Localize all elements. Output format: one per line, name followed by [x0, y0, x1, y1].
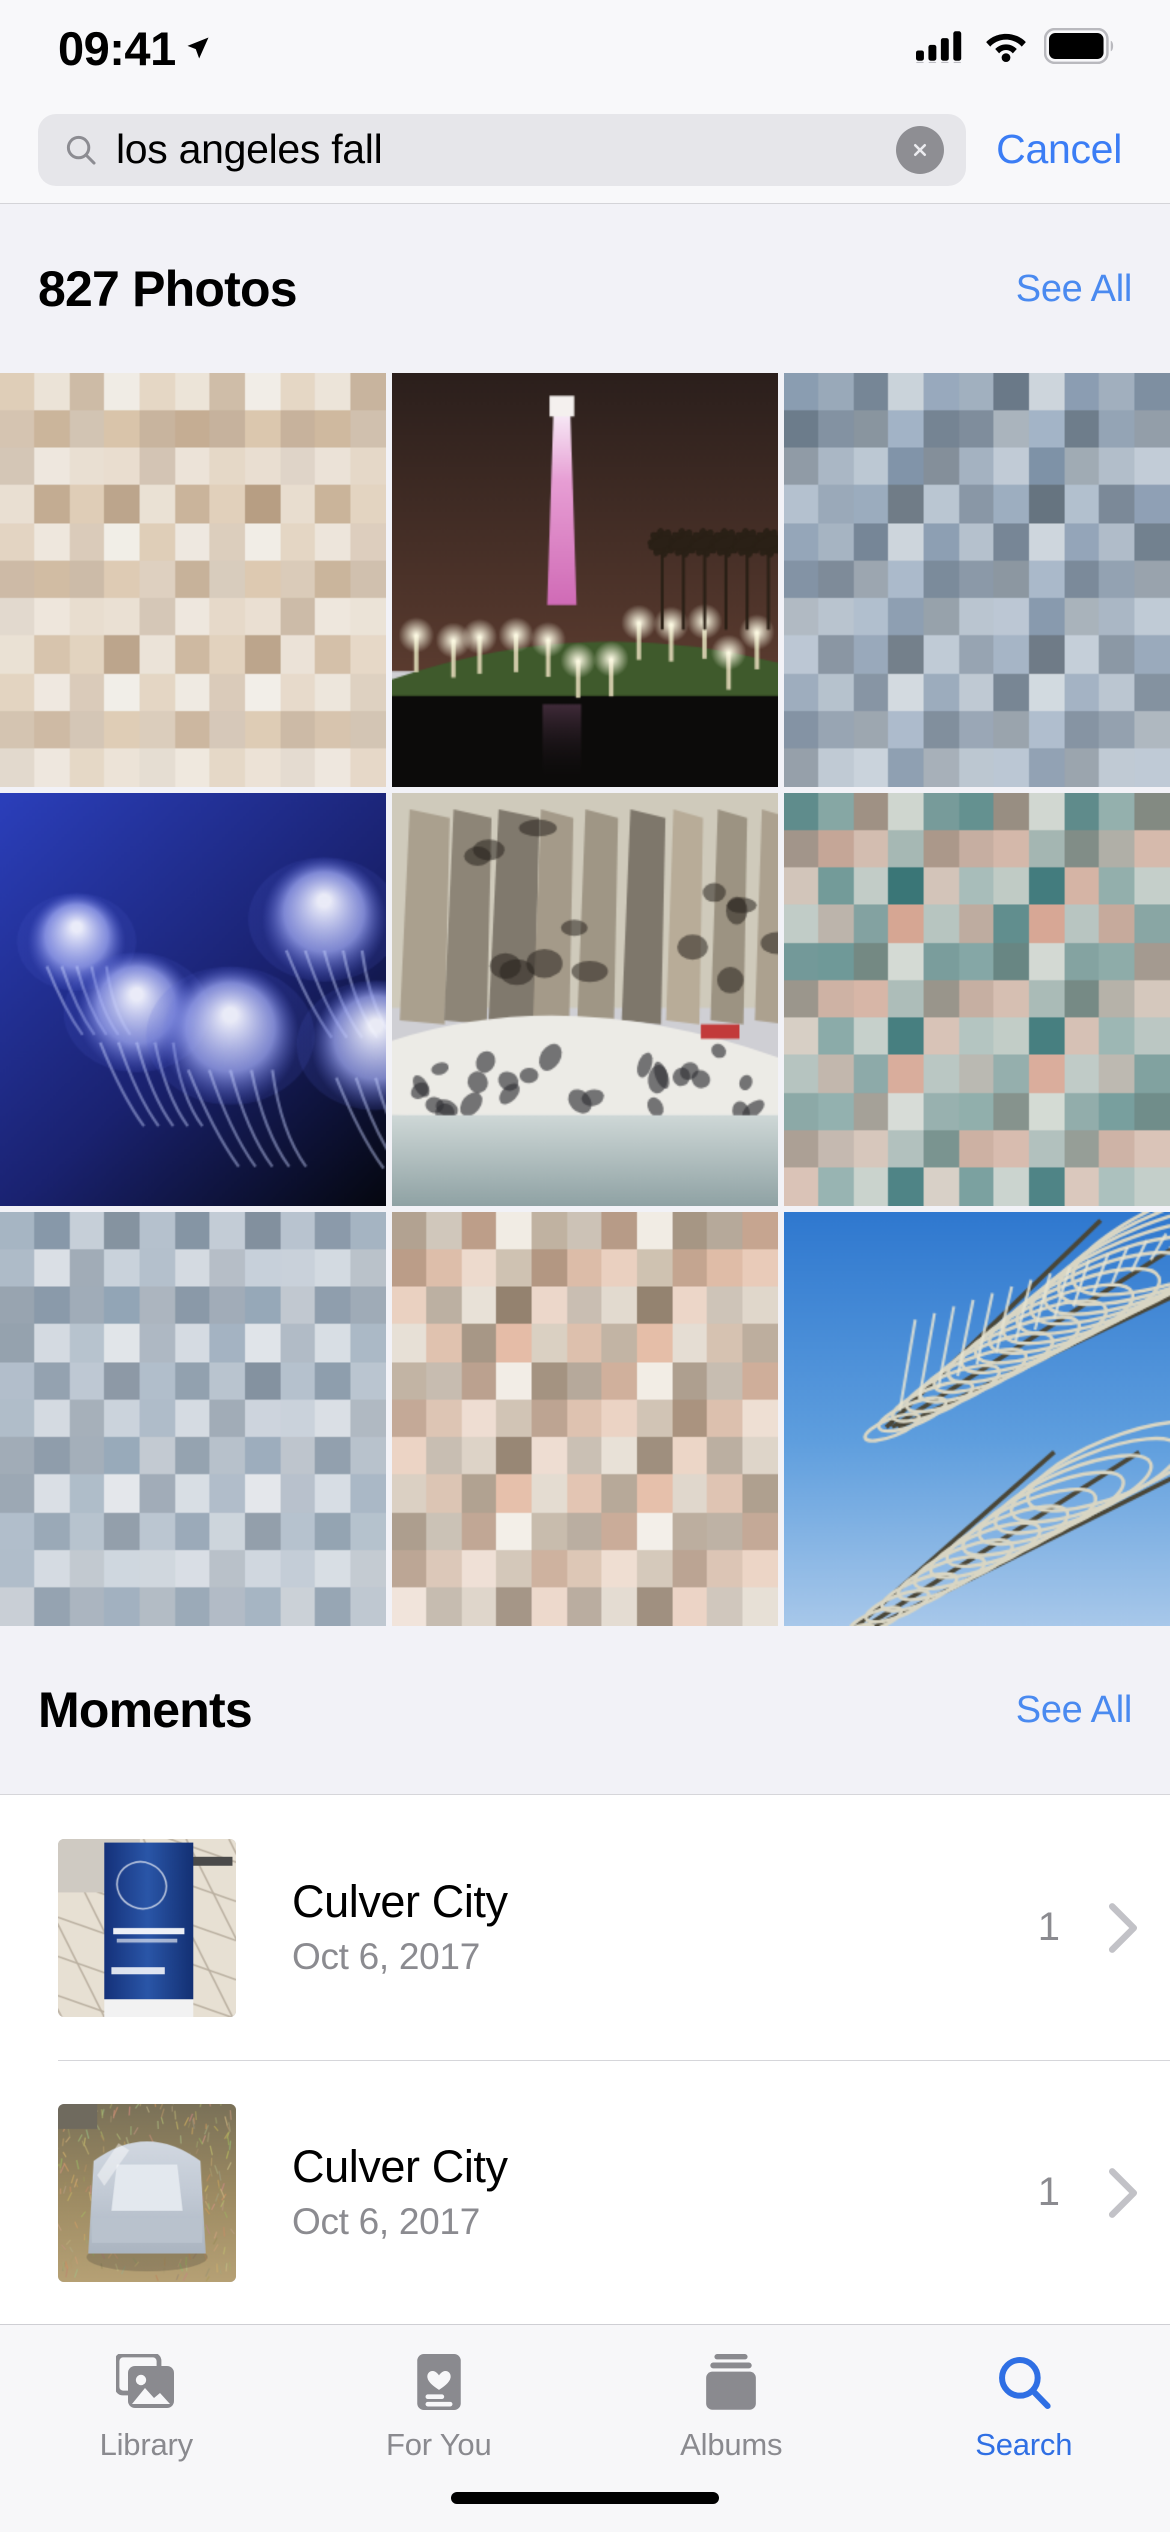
moment-thumbnail — [58, 2103, 236, 2282]
photo-grid-tile[interactable] — [392, 1212, 778, 1626]
search-icon — [991, 2351, 1057, 2413]
cellular-bars-icon — [916, 29, 968, 68]
cancel-button[interactable]: Cancel — [966, 129, 1140, 170]
photo-stack-icon — [113, 2351, 179, 2413]
photos-see-all-link[interactable]: See All — [1016, 268, 1133, 311]
clear-circle-icon[interactable] — [896, 125, 945, 174]
photo-thumbnail — [784, 792, 1170, 1207]
status-bar-right — [916, 27, 1116, 69]
search-bar: los angeles fall Cancel — [0, 96, 1170, 204]
moment-title: Culver City — [292, 2141, 508, 2193]
photo-thumbnail — [784, 373, 1170, 787]
moment-text: Culver City Oct 6, 2017 — [236, 1878, 1038, 1976]
photo-thumbnail — [392, 792, 778, 1207]
status-bar-left: 09:41 — [58, 25, 212, 72]
albums-stack-icon — [698, 2351, 764, 2413]
photos-section-header: 827 Photos See All — [0, 205, 1170, 373]
photo-grid-tile[interactable] — [0, 1212, 386, 1626]
moments-list: Culver City Oct 6, 2017 1 Culver City Oct 6,… — [0, 1794, 1170, 2325]
moment-title: Culver City — [292, 1876, 508, 1928]
photo-grid-tile[interactable] — [784, 373, 1170, 787]
tab-item-search[interactable]: Search — [878, 2351, 1170, 2463]
battery-full-icon — [1043, 27, 1116, 69]
chevron-right-icon[interactable] — [1106, 1901, 1140, 1955]
photo-thumbnail — [392, 1212, 778, 1626]
tab-item-albums[interactable]: Albums — [585, 2351, 878, 2463]
status-bar: 09:41 — [0, 0, 1170, 96]
moment-count: 1 — [1037, 1905, 1060, 1949]
moments-section-header: Moments See All — [0, 1626, 1170, 1794]
tab-item-for-you[interactable]: For You — [293, 2351, 586, 2463]
photo-thumbnail — [0, 792, 386, 1207]
photo-grid-tile[interactable] — [784, 1212, 1170, 1626]
tab-label: Search — [975, 2427, 1073, 2462]
photos-count-title: 827 Photos — [38, 261, 298, 317]
photo-results-grid — [0, 373, 1170, 1626]
tab-item-library[interactable]: Library — [0, 2351, 293, 2463]
moment-thumbnail — [58, 1838, 236, 2017]
photos-search-screen: 09:41 los angeles fall Cancel 827 Photos… — [0, 0, 1170, 2532]
moment-date: Oct 6, 2017 — [292, 1935, 480, 1977]
heart-card-icon — [406, 2351, 472, 2413]
photo-grid-tile[interactable] — [0, 792, 386, 1207]
photo-grid-tile[interactable] — [784, 792, 1170, 1207]
moment-text: Culver City Oct 6, 2017 — [236, 2143, 1038, 2241]
moment-date: Oct 6, 2017 — [292, 2200, 480, 2242]
photo-thumbnail — [392, 373, 778, 787]
photo-thumbnail — [0, 373, 386, 787]
status-time: 09:41 — [58, 21, 176, 75]
search-input-value: los angeles fall — [116, 126, 383, 172]
photo-thumbnail — [0, 1212, 386, 1626]
search-icon — [64, 133, 98, 167]
photo-thumbnail — [784, 1212, 1170, 1626]
moment-row[interactable]: Culver City Oct 6, 2017 1 — [0, 2060, 1170, 2325]
chevron-right-icon[interactable] — [1106, 2166, 1140, 2220]
search-input[interactable]: los angeles fall — [38, 113, 967, 186]
moment-count: 1 — [1037, 2170, 1060, 2214]
photo-grid-tile[interactable] — [0, 373, 386, 787]
moments-see-all-link[interactable]: See All — [1016, 1689, 1133, 1732]
location-arrow-icon — [184, 34, 212, 62]
tab-label: For You — [386, 2427, 492, 2462]
moments-title: Moments — [38, 1682, 253, 1738]
tab-label: Library — [99, 2427, 194, 2462]
tab-label: Albums — [680, 2427, 783, 2462]
moment-row[interactable]: Culver City Oct 6, 2017 1 — [0, 1795, 1170, 2060]
photo-grid-tile[interactable] — [392, 373, 778, 787]
home-indicator — [451, 2492, 719, 2504]
wifi-icon — [984, 28, 1028, 68]
photo-grid-tile[interactable] — [392, 792, 778, 1207]
